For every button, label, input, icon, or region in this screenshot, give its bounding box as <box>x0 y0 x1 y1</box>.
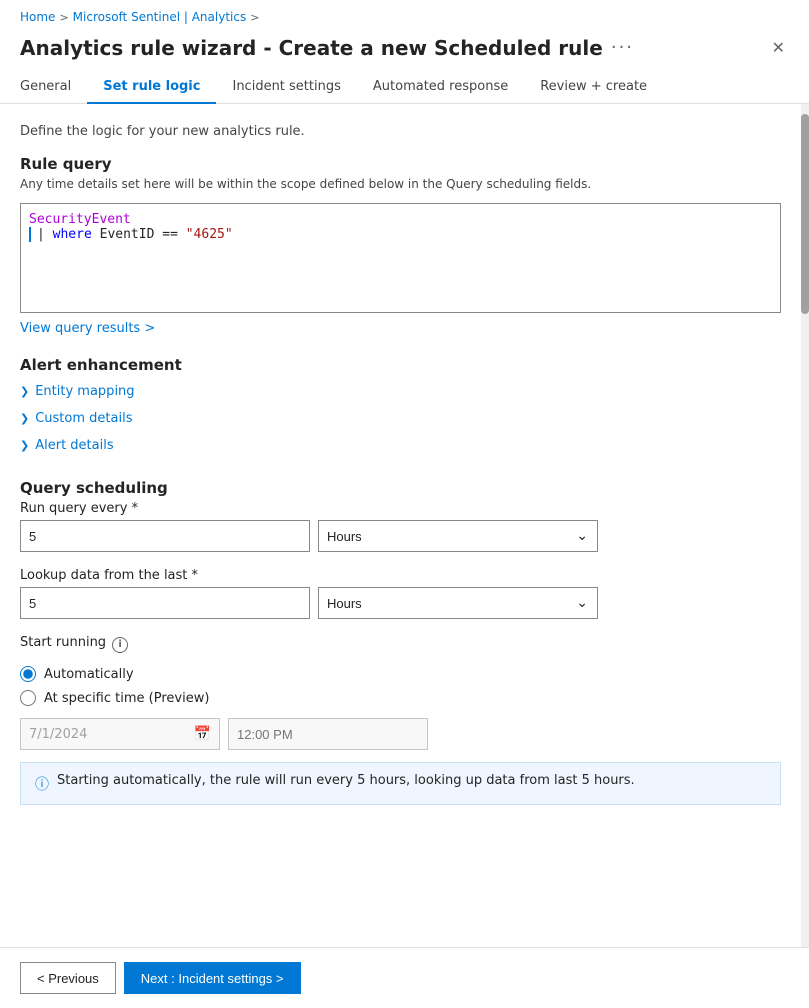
radio-specific-time-input[interactable] <box>20 690 36 706</box>
rule-query-title: Rule query <box>20 155 781 173</box>
alert-details-label: Alert details <box>35 438 113 453</box>
lookup-data-field-group: Lookup data from the last Minutes Hours … <box>20 568 781 619</box>
chevron-right-icon-alert: ❯ <box>20 439 29 452</box>
lookup-data-unit-select[interactable]: Minutes Hours Days <box>318 587 598 619</box>
lookup-data-unit-wrapper: Minutes Hours Days <box>318 587 598 619</box>
more-options-icon[interactable]: ··· <box>611 37 634 58</box>
accordion-custom-details[interactable]: ❯ Custom details <box>20 405 781 432</box>
previous-button[interactable]: < Previous <box>20 962 116 994</box>
query-scheduling-title: Query scheduling <box>20 479 781 497</box>
alert-enhancement-section: Alert enhancement ❯ Entity mapping ❯ Cus… <box>20 356 781 459</box>
radio-automatically-input[interactable] <box>20 666 36 682</box>
query-value: "4625" <box>186 227 233 242</box>
chevron-right-icon-custom: ❯ <box>20 412 29 425</box>
query-pipe: | <box>37 227 45 242</box>
query-op: == <box>162 227 178 242</box>
query-line-2: | where EventID == "4625" <box>29 227 772 242</box>
accordion-alert-details[interactable]: ❯ Alert details <box>20 432 781 459</box>
run-query-unit-select[interactable]: Minutes Hours Days <box>318 520 598 552</box>
query-editor-container: ↗ SecurityEvent | where EventID == "4625… <box>20 203 781 313</box>
tab-general[interactable]: General <box>20 71 87 104</box>
footer: < Previous Next : Incident settings > <box>0 947 809 1008</box>
main-content: Define the logic for your new analytics … <box>0 104 801 884</box>
query-keyword-where: where <box>53 227 92 242</box>
radio-automatically-label: Automatically <box>44 667 134 682</box>
datetime-row: 7/1/2024 📅 <box>20 718 781 750</box>
query-scheduling-section: Query scheduling Run query every Minutes… <box>20 479 781 805</box>
accordion-entity-mapping[interactable]: ❯ Entity mapping <box>20 378 781 405</box>
tab-set-rule-logic[interactable]: Set rule logic <box>87 71 216 104</box>
radio-automatically[interactable]: Automatically <box>20 666 781 682</box>
time-input <box>228 718 428 750</box>
run-query-row: Minutes Hours Days <box>20 520 781 552</box>
tab-review-create[interactable]: Review + create <box>524 71 663 104</box>
run-query-field-group: Run query every Minutes Hours Days <box>20 501 781 552</box>
radio-specific-time-label: At specific time (Preview) <box>44 691 209 706</box>
entity-mapping-label: Entity mapping <box>35 384 134 399</box>
page-container: Home > Microsoft Sentinel | Analytics > … <box>0 0 809 1008</box>
breadcrumb-home[interactable]: Home <box>20 10 55 24</box>
title-bar-left: Analytics rule wizard - Create a new Sch… <box>20 36 634 60</box>
breadcrumb-sentinel[interactable]: Microsoft Sentinel | Analytics <box>73 10 247 24</box>
content-area: Define the logic for your new analytics … <box>0 104 809 947</box>
lookup-data-value-input[interactable] <box>20 587 310 619</box>
breadcrumb-sep2: > <box>250 11 259 24</box>
run-query-unit-wrapper: Minutes Hours Days <box>318 520 598 552</box>
scrollbar[interactable] <box>801 104 809 947</box>
query-editor[interactable]: SecurityEvent | where EventID == "4625" <box>20 203 781 313</box>
breadcrumb: Home > Microsoft Sentinel | Analytics > <box>0 0 809 30</box>
start-running-label-row: Start running i <box>20 635 781 654</box>
info-box-icon: ⓘ <box>35 774 49 794</box>
start-running-label: Start running <box>20 635 106 650</box>
section-description: Define the logic for your new analytics … <box>20 124 781 139</box>
rule-query-subtitle: Any time details set here will be within… <box>20 177 781 191</box>
lookup-data-label: Lookup data from the last <box>20 568 781 583</box>
tab-incident-settings[interactable]: Incident settings <box>216 71 356 104</box>
breadcrumb-sep1: > <box>59 11 68 24</box>
query-table: SecurityEvent <box>29 212 131 227</box>
view-results-link[interactable]: View query results > <box>20 321 155 336</box>
calendar-icon: 📅 <box>194 726 211 742</box>
scrollbar-thumb[interactable] <box>801 114 809 314</box>
query-line-1: SecurityEvent <box>29 212 772 227</box>
date-value: 7/1/2024 <box>29 727 87 742</box>
start-running-radio-group: Automatically At specific time (Preview) <box>20 666 781 706</box>
info-box: ⓘ Starting automatically, the rule will … <box>20 762 781 805</box>
chevron-right-icon-entity: ❯ <box>20 385 29 398</box>
custom-details-label: Custom details <box>35 411 132 426</box>
page-title: Analytics rule wizard - Create a new Sch… <box>20 36 603 60</box>
close-icon[interactable]: ✕ <box>768 34 789 61</box>
info-box-text: Starting automatically, the rule will ru… <box>57 773 635 788</box>
date-input-display: 7/1/2024 📅 <box>20 718 220 750</box>
alert-enhancement-title: Alert enhancement <box>20 356 781 374</box>
rule-query-section: Rule query Any time details set here wil… <box>20 155 781 356</box>
lookup-data-row: Minutes Hours Days <box>20 587 781 619</box>
radio-specific-time[interactable]: At specific time (Preview) <box>20 690 781 706</box>
run-query-value-input[interactable] <box>20 520 310 552</box>
next-button[interactable]: Next : Incident settings > <box>124 962 301 994</box>
run-query-label: Run query every <box>20 501 781 516</box>
start-running-info-icon[interactable]: i <box>112 637 128 653</box>
query-field: EventID <box>100 227 155 242</box>
tab-automated-response[interactable]: Automated response <box>357 71 524 104</box>
title-bar: Analytics rule wizard - Create a new Sch… <box>0 30 809 71</box>
tabs-bar: General Set rule logic Incident settings… <box>0 71 809 104</box>
